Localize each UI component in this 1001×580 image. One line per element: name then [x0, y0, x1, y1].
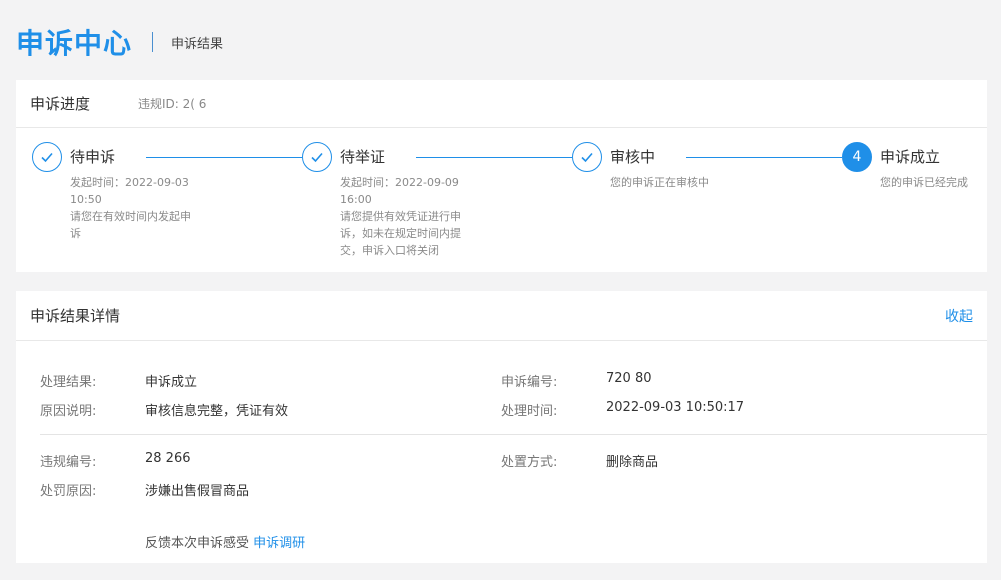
- step-connector: [686, 157, 842, 158]
- detail-row: 原因说明: 审核信息完整，凭证有效 处理时间: 2022-09-03 10:50…: [30, 394, 973, 423]
- detail-row: 处罚原因: 涉嫌出售假冒商品: [30, 474, 973, 503]
- step-connector: [416, 157, 572, 158]
- violation-no-label: 违规编号:: [40, 455, 97, 470]
- step-name: 审核中: [610, 148, 656, 166]
- detail-row: 违规编号: 28 266 处置方式: 删除商品: [30, 445, 973, 474]
- step-name: 申诉成立: [880, 148, 941, 166]
- step-line: 发起时间：2022-09-03: [70, 176, 189, 189]
- result-card: 申诉结果详情 收起 处理结果: 申诉成立 申诉编号: 720 80 原因说明: …: [16, 291, 987, 563]
- reason-label: 原因说明:: [40, 404, 97, 419]
- result-label: 处理结果:: [40, 375, 97, 390]
- page-title: 申诉中心: [16, 27, 133, 60]
- step-number-badge: 4: [842, 142, 872, 172]
- step-line: 您的申诉已经完成: [880, 176, 968, 189]
- time-label: 处理时间:: [501, 404, 558, 419]
- reason-value: 审核信息完整，凭证有效: [145, 404, 289, 419]
- header-divider: [152, 32, 154, 52]
- result-details: 处理结果: 申诉成立 申诉编号: 720 80 原因说明: 审核信息完整，凭证有…: [16, 341, 987, 503]
- method-value: 删除商品: [606, 455, 659, 470]
- step-line: 诉: [70, 227, 81, 240]
- check-icon: [302, 142, 332, 172]
- step-name: 待举证: [340, 148, 386, 166]
- result-value: 申诉成立: [145, 375, 198, 390]
- step-line: 您的申诉正在审核中: [610, 176, 709, 189]
- check-icon: [572, 142, 602, 172]
- detail-row: 处理结果: 申诉成立 申诉编号: 720 80: [30, 365, 973, 394]
- progress-card: 申诉进度 违规ID: 2( 6 待申诉 发起时间：2022-09-03 10:5…: [16, 80, 987, 272]
- step-connector: [146, 157, 302, 158]
- step-line: 发起时间：2022-09-09: [340, 176, 459, 189]
- violation-no-value: 28 266: [145, 451, 191, 466]
- appeal-no-value: 720 80: [606, 371, 652, 386]
- result-header: 申诉结果详情 收起: [16, 291, 987, 341]
- breadcrumb: 申诉结果: [171, 36, 224, 52]
- step-line: 请您在有效时间内发起申: [70, 210, 191, 223]
- step-description: 发起时间：2022-09-03 10:50 请您在有效时间内发起申 诉: [70, 174, 210, 242]
- step-line: 请您提供有效凭证进行申: [340, 210, 461, 223]
- appeal-no-label: 申诉编号:: [501, 375, 558, 390]
- punish-value: 涉嫌出售假冒商品: [145, 484, 250, 499]
- step-description: 您的申诉已经完成: [880, 174, 990, 191]
- punish-label: 处罚原因:: [40, 484, 97, 499]
- section-divider: [40, 434, 987, 435]
- step-line: 16:00: [340, 193, 372, 206]
- time-value: 2022-09-03 10:50:17: [606, 400, 745, 415]
- violation-id: 违规ID: 2( 6: [138, 97, 207, 111]
- feedback-line: 反馈本次申诉感受 申诉调研: [145, 532, 305, 551]
- progress-title: 申诉进度: [30, 95, 91, 113]
- feedback-survey-link[interactable]: 申诉调研: [253, 536, 305, 551]
- step-name: 待申诉: [70, 148, 116, 166]
- step-line: 诉，如未在规定时间内提: [340, 227, 461, 240]
- result-title: 申诉结果详情: [30, 307, 121, 325]
- step-line: 10:50: [70, 193, 102, 206]
- step-description: 发起时间：2022-09-09 16:00 请您提供有效凭证进行申 诉，如未在规…: [340, 174, 480, 259]
- step-description: 您的申诉正在审核中: [610, 174, 750, 191]
- step-line: 交，申诉入口将关闭: [340, 244, 439, 257]
- collapse-button[interactable]: 收起: [945, 306, 973, 326]
- method-label: 处置方式:: [501, 455, 558, 470]
- page-header: 申诉中心 申诉结果: [16, 22, 223, 62]
- progress-header: 申诉进度 违规ID: 2( 6: [16, 80, 987, 128]
- check-icon: [32, 142, 62, 172]
- feedback-text: 反馈本次申诉感受: [145, 536, 250, 551]
- progress-steps: 待申诉 发起时间：2022-09-03 10:50 请您在有效时间内发起申 诉 …: [16, 128, 987, 271]
